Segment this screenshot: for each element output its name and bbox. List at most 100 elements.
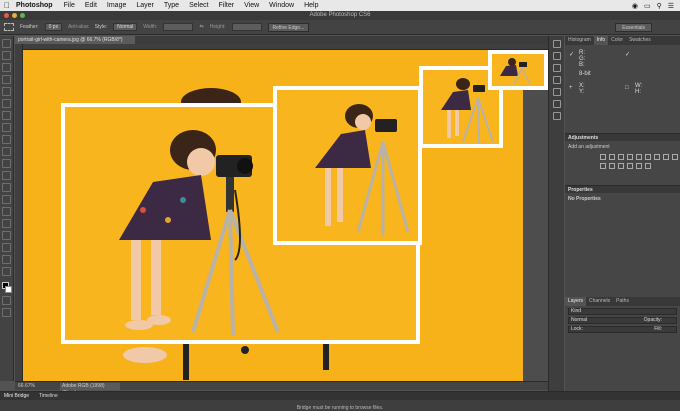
marquee-tool-icon[interactable] bbox=[2, 51, 11, 60]
threshold-adjustment-icon[interactable] bbox=[627, 163, 633, 169]
tab-mini-bridge[interactable]: Mini Bridge bbox=[4, 392, 29, 400]
crop-tool-icon[interactable] bbox=[2, 87, 11, 96]
menu-window[interactable]: Window bbox=[264, 2, 299, 9]
width-input[interactable] bbox=[163, 23, 194, 31]
menu-app-name[interactable]: Photoshop bbox=[14, 2, 59, 9]
channel-mixer-adjustment-icon[interactable] bbox=[600, 163, 606, 169]
blend-mode-select[interactable]: Normal bbox=[571, 318, 587, 323]
feather-input[interactable]: 0 px bbox=[44, 23, 63, 31]
vertical-ruler[interactable] bbox=[15, 44, 23, 381]
tab-histogram[interactable]: Histogram bbox=[565, 36, 594, 45]
posterize-adjustment-icon[interactable] bbox=[618, 163, 624, 169]
brush-tool-icon[interactable] bbox=[2, 123, 11, 132]
lasso-tool-icon[interactable] bbox=[2, 63, 11, 72]
tool-presets-panel-icon[interactable] bbox=[552, 112, 561, 120]
levels-adjustment-icon[interactable] bbox=[609, 154, 615, 160]
curves-adjustment-icon[interactable] bbox=[618, 154, 624, 160]
document-info[interactable]: Adobe RGB (1998) (8bpc) bbox=[60, 383, 120, 396]
workspace-select[interactable]: Essentials bbox=[615, 22, 652, 32]
minimize-window-icon[interactable] bbox=[12, 13, 17, 18]
vibrance-adjustment-icon[interactable] bbox=[636, 154, 642, 160]
shape-tool-icon[interactable] bbox=[2, 243, 11, 252]
zoom-window-icon[interactable] bbox=[20, 13, 25, 18]
quick-mask-icon[interactable] bbox=[2, 296, 11, 305]
photo-filter-adjustment-icon[interactable] bbox=[672, 154, 678, 160]
black-white-adjustment-icon[interactable] bbox=[663, 154, 669, 160]
document-canvas-area[interactable] bbox=[23, 50, 560, 381]
properties-panel-header[interactable]: Properties bbox=[565, 185, 680, 193]
brightness-adjustment-icon[interactable] bbox=[600, 154, 606, 160]
marquee-tool-icon[interactable] bbox=[4, 23, 14, 31]
opacity-label: Opacity: bbox=[643, 317, 662, 323]
background-color-swatch[interactable] bbox=[5, 286, 12, 293]
document-tab[interactable]: portrait-girl-with-camera.jpg @ 66.7% (R… bbox=[15, 36, 135, 44]
menu-bar:  Photoshop File Edit Image Layer Type S… bbox=[0, 0, 680, 11]
tab-color[interactable]: Color bbox=[608, 36, 626, 45]
selective-color-adjustment-icon[interactable] bbox=[645, 163, 651, 169]
menu-filter[interactable]: Filter bbox=[214, 2, 240, 9]
layer-kind-filter[interactable]: Kind bbox=[568, 308, 677, 315]
wifi-icon[interactable]: ◉ bbox=[632, 2, 638, 10]
refine-edge-button[interactable]: Refine Edge... bbox=[267, 22, 310, 32]
menu-image[interactable]: Image bbox=[102, 2, 131, 9]
pen-tool-icon[interactable] bbox=[2, 207, 11, 216]
history-brush-tool-icon[interactable] bbox=[2, 147, 11, 156]
menu-view[interactable]: View bbox=[239, 2, 264, 9]
blur-tool-icon[interactable] bbox=[2, 183, 11, 192]
dodge-tool-icon[interactable] bbox=[2, 195, 11, 204]
zoom-level[interactable]: 66.67% bbox=[18, 383, 35, 389]
type-tool-icon[interactable] bbox=[2, 219, 11, 228]
invert-adjustment-icon[interactable] bbox=[609, 163, 615, 169]
spotlight-search-icon[interactable]: ⚲ bbox=[657, 2, 662, 10]
healing-brush-tool-icon[interactable] bbox=[2, 111, 11, 120]
tab-timeline[interactable]: Timeline bbox=[39, 392, 58, 400]
hand-tool-icon[interactable] bbox=[2, 255, 11, 264]
quick-selection-tool-icon[interactable] bbox=[2, 75, 11, 84]
gradient-map-adjustment-icon[interactable] bbox=[636, 163, 642, 169]
gradient-tool-icon[interactable] bbox=[2, 171, 11, 180]
height-input[interactable] bbox=[231, 23, 262, 31]
battery-icon[interactable]: ▭ bbox=[644, 2, 651, 10]
tab-swatches[interactable]: Swatches bbox=[626, 36, 654, 45]
document-canvas[interactable] bbox=[23, 50, 523, 381]
swap-dimensions-icon[interactable]: ⇆ bbox=[199, 24, 203, 30]
zoom-tool-icon[interactable] bbox=[2, 267, 11, 276]
adjustments-panel-header[interactable]: Adjustments bbox=[565, 133, 680, 141]
notification-list-icon[interactable]: ☰ bbox=[668, 2, 674, 10]
history-panel-icon[interactable] bbox=[552, 40, 561, 48]
menu-edit[interactable]: Edit bbox=[80, 2, 102, 9]
brush-panel-icon[interactable] bbox=[552, 64, 561, 72]
eyedropper-icon-2: ✓ bbox=[625, 52, 631, 58]
tab-channels[interactable]: Channels bbox=[586, 297, 613, 306]
actions-panel-icon[interactable] bbox=[552, 52, 561, 60]
exposure-adjustment-icon[interactable] bbox=[627, 154, 633, 160]
hue-adjustment-icon[interactable] bbox=[645, 154, 651, 160]
screen-mode-icon[interactable] bbox=[2, 308, 11, 317]
menu-help[interactable]: Help bbox=[299, 2, 323, 9]
clone-stamp-tool-icon[interactable] bbox=[2, 135, 11, 144]
menu-layer[interactable]: Layer bbox=[131, 2, 159, 9]
mini-bridge-panel: Mini Bridge Timeline Bridge must be runn… bbox=[0, 391, 680, 411]
width-label: Width: bbox=[143, 24, 158, 30]
apple-menu-icon[interactable]:  bbox=[0, 1, 14, 10]
photo-artwork bbox=[61, 66, 503, 380]
move-tool-icon[interactable] bbox=[2, 39, 11, 48]
path-selection-tool-icon[interactable] bbox=[2, 231, 11, 240]
info-b-label: B: bbox=[579, 62, 585, 68]
menu-file[interactable]: File bbox=[59, 2, 80, 9]
anti-alias-checkbox[interactable]: Anti-alias bbox=[68, 24, 89, 30]
tab-info[interactable]: Info bbox=[593, 36, 609, 45]
menu-type[interactable]: Type bbox=[159, 2, 184, 9]
tab-layers[interactable]: Layers bbox=[565, 297, 587, 306]
close-window-icon[interactable] bbox=[4, 13, 9, 18]
tab-paths[interactable]: Paths bbox=[613, 297, 632, 306]
menu-select[interactable]: Select bbox=[184, 2, 213, 9]
eraser-tool-icon[interactable] bbox=[2, 159, 11, 168]
style-select[interactable]: Normal bbox=[113, 23, 138, 31]
clone-source-panel-icon[interactable] bbox=[552, 100, 561, 108]
eyedropper-tool-icon[interactable] bbox=[2, 99, 11, 108]
color-balance-adjustment-icon[interactable] bbox=[654, 154, 660, 160]
menubar-status-icons: ◉ ▭ ⚲ ☰ bbox=[632, 2, 680, 10]
character-panel-icon[interactable] bbox=[552, 76, 561, 84]
paragraph-panel-icon[interactable] bbox=[552, 88, 561, 96]
